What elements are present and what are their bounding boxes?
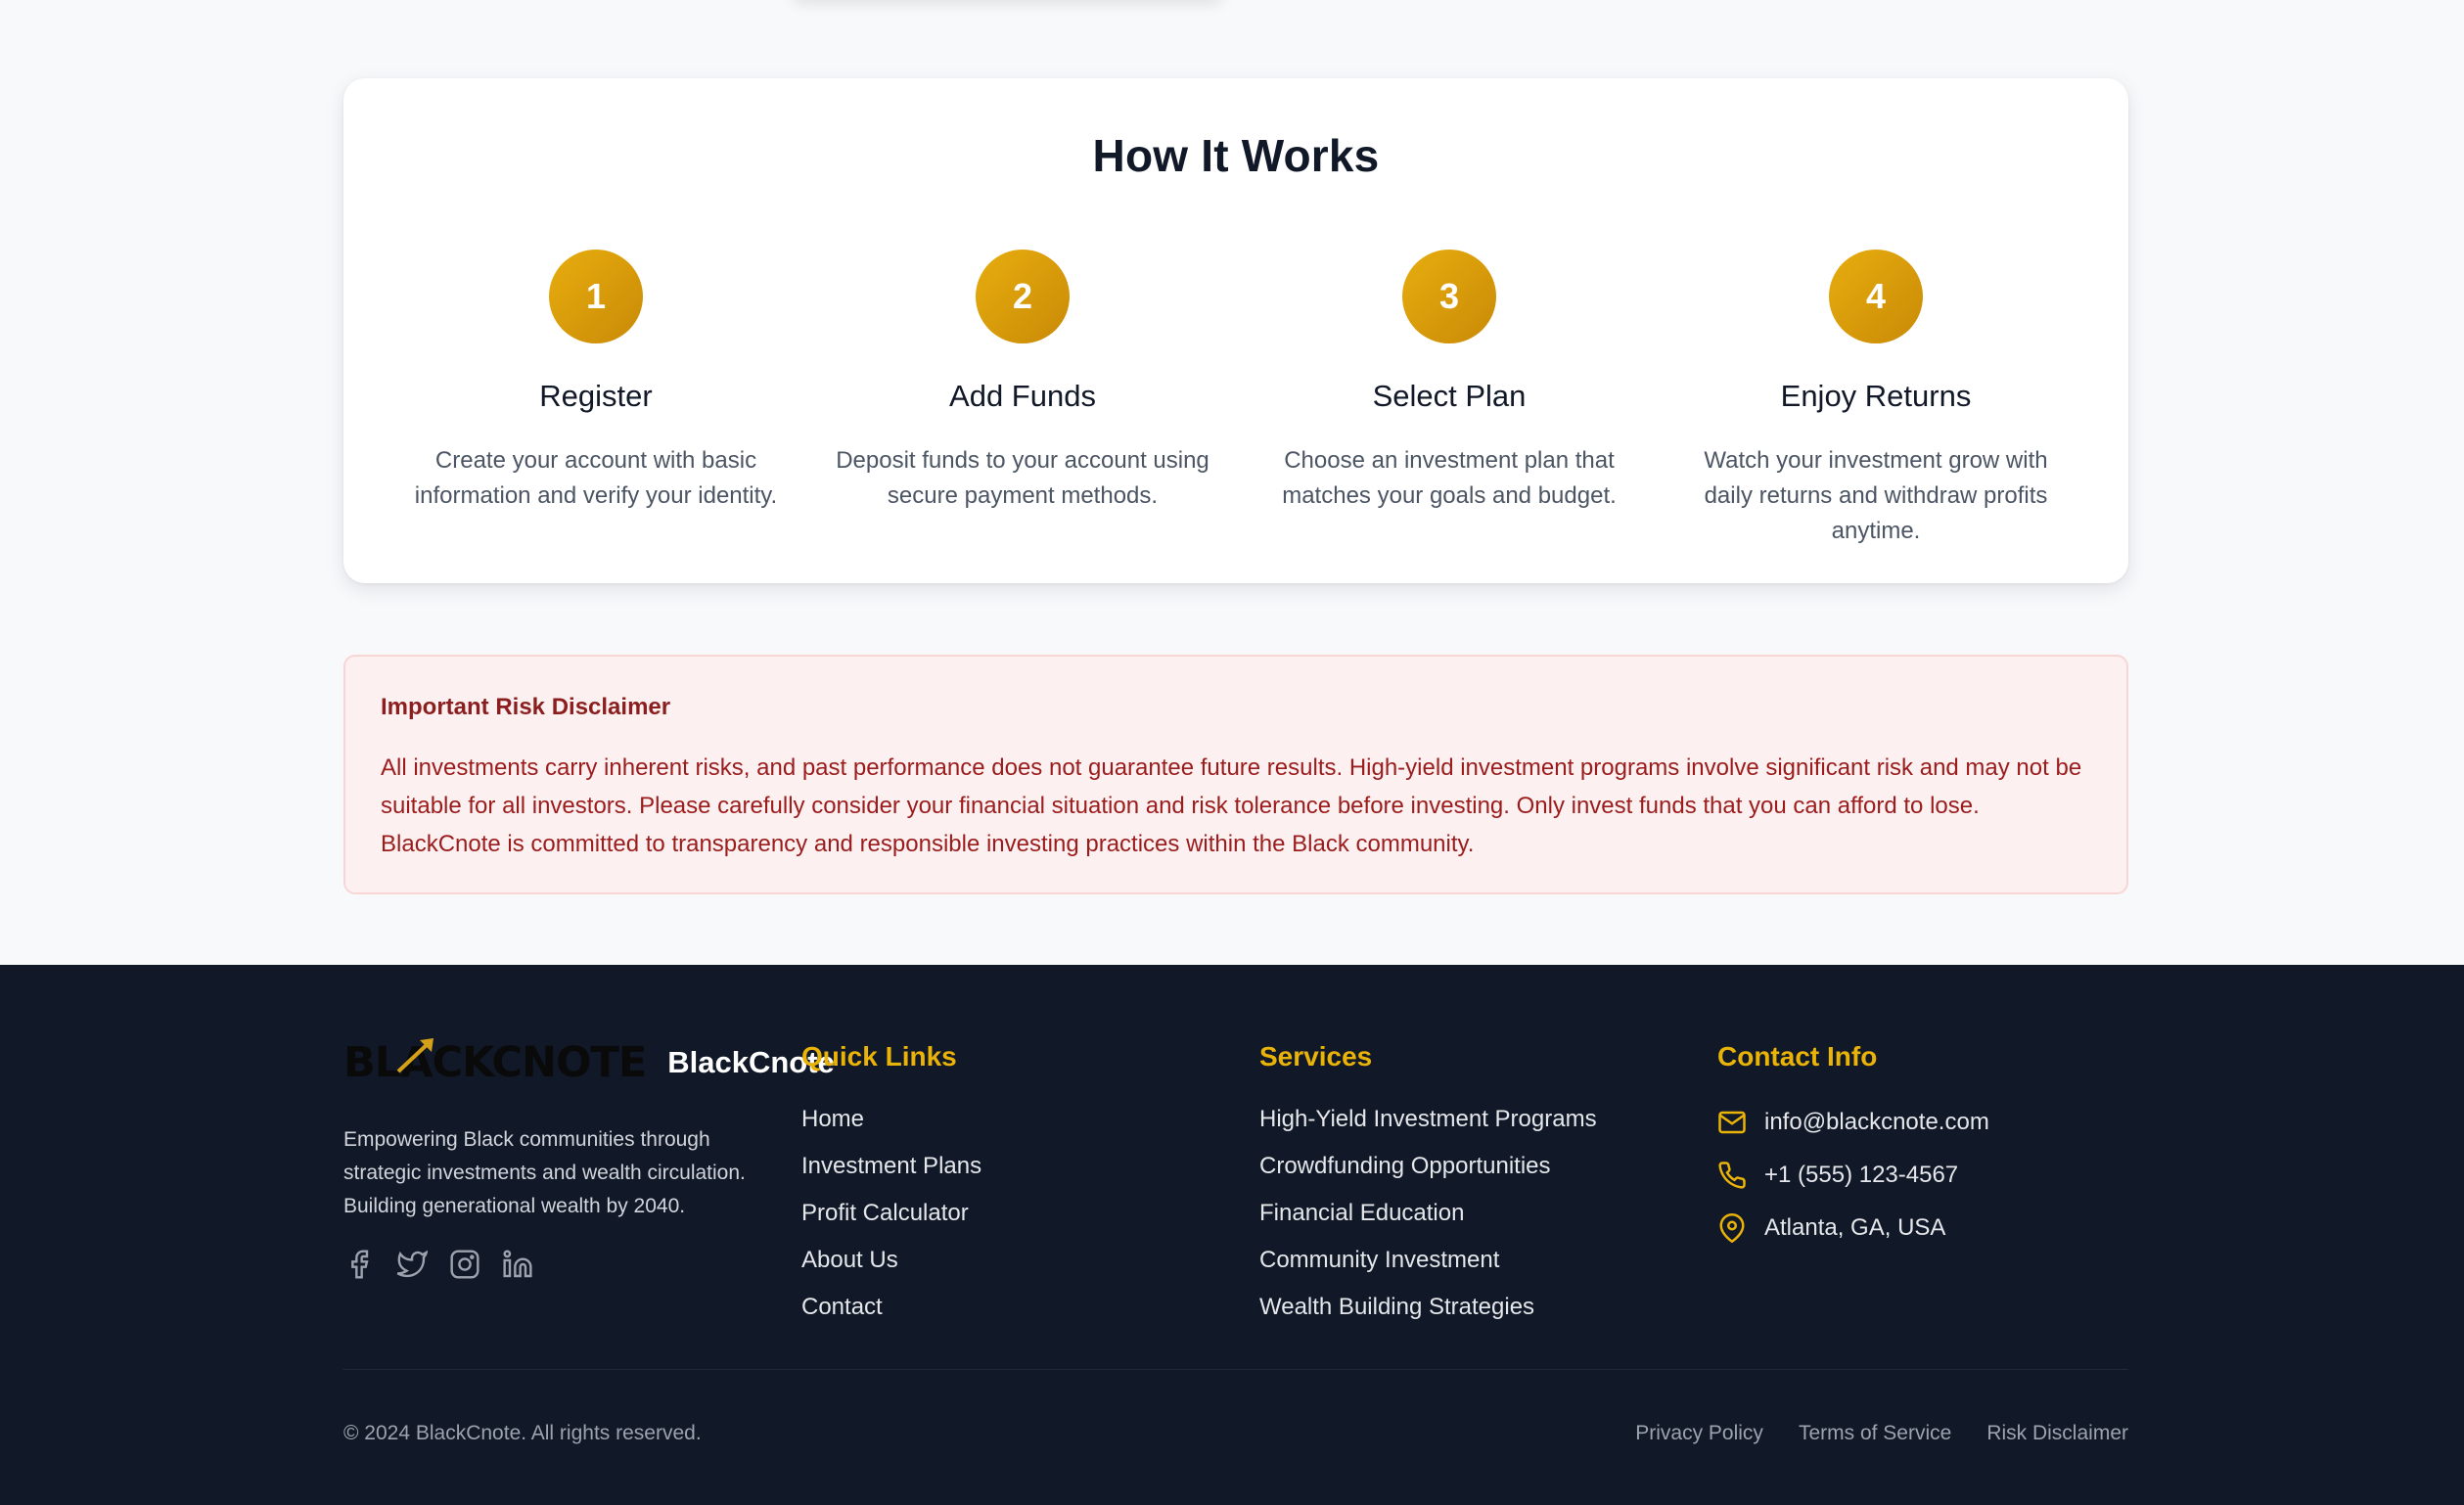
disclaimer-title: Important Risk Disclaimer xyxy=(381,694,671,720)
service-link-high-yield[interactable]: High-Yield Investment Programs xyxy=(1259,1102,1597,1149)
how-it-works-section: How It Works 1 Register Create your acco… xyxy=(343,78,2128,583)
phone-icon xyxy=(1718,1162,1746,1189)
footer-divider xyxy=(343,1369,2128,1370)
logo-arrow-icon xyxy=(396,1037,433,1072)
risk-disclaimer-link[interactable]: Risk Disclaimer xyxy=(1986,1422,2128,1445)
step-description: Watch your investment grow with daily re… xyxy=(1704,447,2048,544)
step-number-badge: 3 xyxy=(1402,250,1496,343)
service-link-community-investment[interactable]: Community Investment xyxy=(1259,1243,1597,1290)
step-register: 1 Register Create your account with basi… xyxy=(383,250,809,549)
logo-wordmark: BLACKCNOTE xyxy=(343,1037,647,1087)
contact-location-text: Atlanta, GA, USA xyxy=(1764,1214,1946,1241)
contact-info-column: Contact Info info@blackcnote.com +1 (555… xyxy=(1717,1041,1989,1254)
footer-link-about-us[interactable]: About Us xyxy=(801,1243,981,1290)
step-description: Deposit funds to your account using secu… xyxy=(836,447,1209,509)
disclaimer-text: All investments carry inherent risks, an… xyxy=(381,754,2082,857)
terms-of-service-link[interactable]: Terms of Service xyxy=(1799,1422,1951,1445)
footer-brand: BLACKCNOTE BlackCnote Empowering Black c… xyxy=(343,1037,835,1280)
step-title: Add Funds xyxy=(949,379,1096,413)
mail-icon xyxy=(1718,1111,1746,1134)
services-title: Services xyxy=(1259,1041,1373,1072)
step-number-badge: 1 xyxy=(549,250,643,343)
step-title: Enjoy Returns xyxy=(1780,379,1972,413)
quick-links-column: Quick Links Home Investment Plans Profit… xyxy=(801,1041,981,1337)
legal-links: Privacy Policy Terms of Service Risk Dis… xyxy=(1635,1422,2128,1445)
step-add-funds: 2 Add Funds Deposit funds to your accoun… xyxy=(809,250,1236,549)
risk-disclaimer-box: Important Risk Disclaimer All investment… xyxy=(343,655,2128,894)
quick-links-title: Quick Links xyxy=(801,1041,957,1072)
step-number-badge: 2 xyxy=(976,250,1070,343)
steps-row: 1 Register Create your account with basi… xyxy=(383,250,2089,549)
contact-phone[interactable]: +1 (555) 123-4567 xyxy=(1717,1149,1989,1202)
instagram-icon[interactable] xyxy=(449,1249,480,1280)
copyright-text: © 2024 BlackCnote. All rights reserved. xyxy=(343,1422,702,1444)
linkedin-icon[interactable] xyxy=(502,1249,533,1280)
step-title: Select Plan xyxy=(1372,379,1527,413)
service-link-financial-education[interactable]: Financial Education xyxy=(1259,1196,1597,1243)
section-title: How It Works xyxy=(1092,130,1380,181)
contact-phone-text: +1 (555) 123-4567 xyxy=(1764,1162,1959,1188)
footer-logo[interactable]: BLACKCNOTE BlackCnote xyxy=(343,1037,835,1087)
footer-link-profit-calculator[interactable]: Profit Calculator xyxy=(801,1196,981,1243)
service-link-crowdfunding[interactable]: Crowdfunding Opportunities xyxy=(1259,1149,1597,1196)
site-footer: BLACKCNOTE BlackCnote Empowering Black c… xyxy=(0,965,2464,1505)
contact-email-text: info@blackcnote.com xyxy=(1764,1109,1989,1135)
twitter-icon[interactable] xyxy=(396,1249,428,1280)
privacy-policy-link[interactable]: Privacy Policy xyxy=(1635,1422,1763,1445)
step-description: Create your account with basic informati… xyxy=(414,447,778,509)
map-pin-icon xyxy=(1719,1213,1745,1243)
footer-link-home[interactable]: Home xyxy=(801,1102,981,1149)
contact-location: Atlanta, GA, USA xyxy=(1717,1202,1989,1254)
step-select-plan: 3 Select Plan Choose an investment plan … xyxy=(1236,250,1663,549)
social-links xyxy=(343,1249,794,1280)
service-link-wealth-building[interactable]: Wealth Building Strategies xyxy=(1259,1290,1597,1337)
services-column: Services High-Yield Investment Programs … xyxy=(1259,1041,1597,1337)
step-number-badge: 4 xyxy=(1829,250,1923,343)
contact-info-title: Contact Info xyxy=(1717,1041,1878,1072)
contact-email[interactable]: info@blackcnote.com xyxy=(1717,1096,1989,1149)
step-description: Choose an investment plan that matches y… xyxy=(1282,447,1617,509)
brand-description: Empowering Black communities through str… xyxy=(343,1128,746,1217)
footer-link-investment-plans[interactable]: Investment Plans xyxy=(801,1149,981,1196)
step-title: Register xyxy=(539,379,653,413)
footer-link-contact[interactable]: Contact xyxy=(801,1290,981,1337)
step-enjoy-returns: 4 Enjoy Returns Watch your investment gr… xyxy=(1663,250,2089,549)
facebook-icon[interactable] xyxy=(343,1249,375,1280)
